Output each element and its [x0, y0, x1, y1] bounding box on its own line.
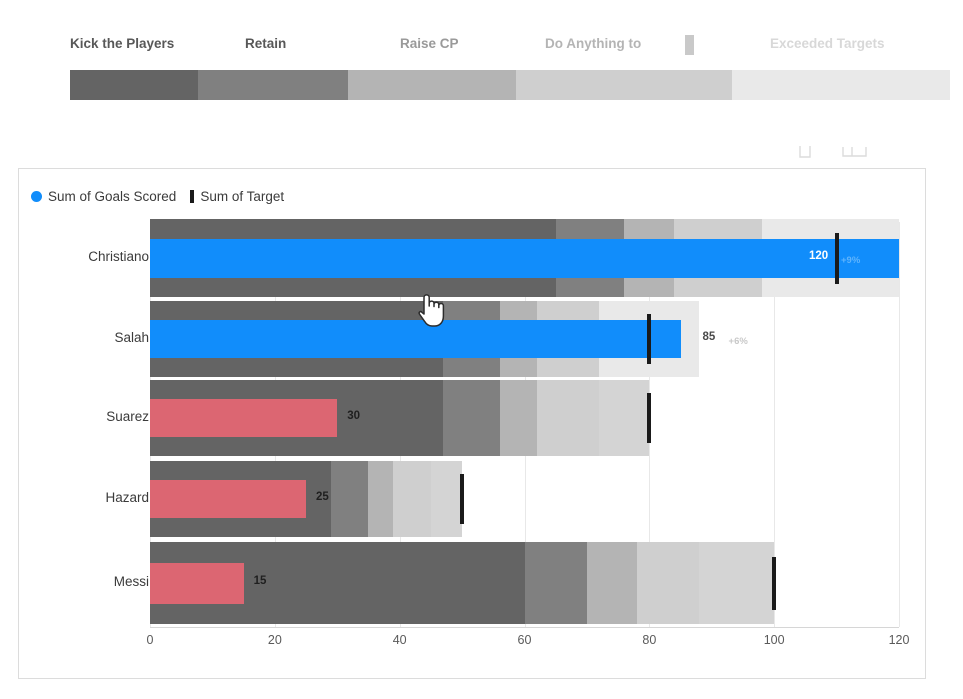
x-axis-tick-label: 60 — [517, 633, 532, 647]
x-axis-tick-label: 80 — [642, 633, 657, 647]
band-label-exceeded-targets: Exceeded Targets — [770, 36, 885, 51]
measure-bar-salah[interactable] — [150, 320, 681, 358]
chart-row[interactable]: Messi 15 — [19, 542, 925, 624]
variance-label-christiano: +9% — [841, 255, 861, 266]
chart-row[interactable]: Christiano 120 +9% — [19, 219, 925, 297]
qual-band-exceeded-targets — [599, 380, 650, 456]
x-axis-ticks: 0 20 40 60 80 100 120 — [19, 633, 925, 657]
qual-band-exceeded-targets — [430, 461, 463, 537]
band-segment-exceeded-targets — [732, 70, 950, 100]
band-segment-do-anything-to — [516, 70, 732, 100]
band-label-row: Kick the Players Retain Raise CP Do Anyt… — [70, 33, 950, 59]
target-marker-messi — [772, 557, 777, 610]
qual-band-raise-cp — [586, 542, 637, 624]
target-marker-hazard — [460, 474, 465, 524]
band-marker-glyph-icon — [685, 35, 694, 55]
x-axis-tick-label: 40 — [392, 633, 407, 647]
qual-band-raise-cp — [499, 380, 537, 456]
value-label-suarez: 30 — [347, 410, 361, 422]
value-label-messi: 15 — [253, 575, 267, 587]
qual-band-raise-cp — [368, 461, 394, 537]
value-label-salah: 85 — [702, 331, 716, 343]
measure-bar-messi[interactable] — [150, 563, 244, 604]
chart-legend: Sum of Goals Scored Sum of Target — [31, 187, 284, 205]
value-label-christiano: 120 — [809, 250, 829, 262]
measure-bar-hazard[interactable] — [150, 480, 307, 518]
expand-icon[interactable] — [842, 145, 868, 164]
x-axis-tick-label: 120 — [888, 633, 910, 647]
qual-band-do-anything-to — [536, 380, 600, 456]
band-segment-raise-cp — [348, 70, 516, 100]
band-label-raise-cp: Raise CP — [400, 36, 459, 51]
row-label-suarez: Suarez — [106, 409, 149, 424]
qualitative-band-header: Kick the Players Retain Raise CP Do Anyt… — [0, 0, 963, 128]
band-color-strip — [70, 70, 950, 100]
band-segment-kick-the-players — [70, 70, 198, 100]
legend-item-goals-scored[interactable]: Sum of Goals Scored — [31, 189, 176, 204]
qual-band-do-anything-to — [393, 461, 431, 537]
row-label-messi: Messi — [113, 574, 149, 589]
plot-area[interactable]: Christiano 120 +9% Salah 85 +6% Suarez 30 Hazard… — [19, 217, 925, 677]
measure-bar-suarez[interactable] — [150, 399, 338, 437]
band-label-do-anything-to: Do Anything to — [545, 36, 642, 51]
value-label-hazard: 25 — [316, 491, 329, 503]
row-label-salah: Salah — [114, 330, 149, 345]
band-segment-retain — [198, 70, 348, 100]
qual-band-do-anything-to — [636, 542, 700, 624]
measure-bar-christiano[interactable] — [150, 239, 899, 278]
chart-row[interactable]: Suarez 30 — [19, 380, 925, 456]
focus-mode-icon[interactable] — [798, 145, 812, 164]
variance-label-salah: +6% — [728, 336, 748, 347]
bullet-chart-visual[interactable]: Sum of Goals Scored Sum of Target Christ… — [18, 168, 926, 679]
legend-label-target: Sum of Target — [200, 188, 285, 204]
chart-row[interactable]: Hazard 25 — [19, 461, 925, 537]
legend-dot-icon — [31, 190, 42, 202]
x-axis-tick-label: 20 — [267, 633, 282, 647]
target-marker-suarez — [647, 393, 652, 443]
legend-tick-icon — [190, 189, 195, 203]
x-axis-tick-label: 100 — [763, 633, 785, 647]
legend-label-goals-scored: Sum of Goals Scored — [48, 188, 177, 204]
target-marker-christiano — [834, 233, 839, 284]
band-label-retain: Retain — [245, 36, 287, 51]
x-axis-tick-label: 0 — [146, 633, 154, 647]
legend-item-target[interactable]: Sum of Target — [176, 189, 284, 204]
x-axis-line — [150, 627, 899, 628]
target-marker-salah — [647, 314, 652, 364]
row-label-hazard: Hazard — [105, 490, 149, 505]
qual-band-retain — [331, 461, 369, 537]
visual-header-icons — [780, 145, 890, 165]
chart-row[interactable]: Salah 85 +6% — [19, 301, 925, 377]
row-label-christiano: Christiano — [88, 249, 149, 264]
qual-band-exceeded-targets — [699, 542, 775, 624]
band-label-kick-the-players: Kick the Players — [70, 36, 175, 51]
qual-band-retain — [524, 542, 587, 624]
qual-band-retain — [443, 380, 500, 456]
